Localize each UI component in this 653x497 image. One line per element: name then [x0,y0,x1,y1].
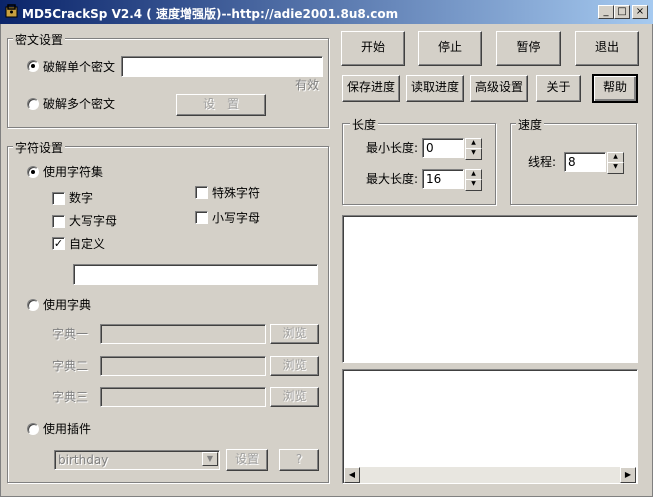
dict1-label: 字典一 [52,327,89,341]
threads-spinner[interactable]: ▲ ▼ [607,152,624,174]
use-plugin-label: 使用插件 [43,422,92,436]
title-bar[interactable]: MD5CrackSp V2.4 ( 速度增强版)--http://adie200… [0,0,653,24]
pause-button[interactable]: 暂停 [496,31,561,66]
about-button[interactable]: 关于 [536,75,581,102]
plugin-select-value: birthday [58,453,109,467]
max-length-label: 最大长度: [366,172,419,186]
horizontal-scrollbar[interactable]: ◀ ▶ [344,467,636,483]
cipher-settings-label: 密文设置 [13,31,66,48]
use-charset-label: 使用字符集 [43,165,104,179]
length-group-label: 长度 [350,116,379,133]
max-length-spinner[interactable]: ▲ ▼ [465,169,482,191]
checkbox-custom[interactable]: ✓ [52,237,65,250]
checkbox-lowercase[interactable] [195,211,208,224]
radio-multi-cipher[interactable] [27,98,39,110]
max-length-input[interactable]: 16 [422,169,464,189]
advanced-settings-button[interactable]: 高级设置 [470,75,528,102]
dict3-input [100,387,266,407]
special-label: 特殊字符 [212,186,261,200]
custom-label: 自定义 [69,237,106,251]
dict3-browse-button: 浏览 [270,387,319,407]
use-dictionary-label: 使用字典 [43,298,92,312]
dict2-browse-button: 浏览 [270,356,319,376]
spin-down-icon[interactable]: ▼ [607,162,624,174]
app-icon [5,4,18,18]
min-length-spinner[interactable]: ▲ ▼ [465,138,482,160]
stop-button[interactable]: 停止 [418,31,482,66]
cipher-set-button: 设 置 [176,94,266,116]
digits-label: 数字 [69,191,94,205]
scroll-left-icon[interactable]: ◀ [344,467,360,483]
checkbox-digits[interactable] [52,192,65,205]
checkbox-special[interactable] [195,186,208,199]
dict3-label: 字典三 [52,390,89,404]
threads-input[interactable]: 8 [564,152,606,172]
plugin-help-button: ? [279,449,319,471]
charset-settings-label: 字符设置 [13,139,66,156]
speed-group-label: 速度 [516,116,545,133]
maximize-button[interactable]: □ [614,5,630,19]
spin-down-icon[interactable]: ▼ [465,148,482,160]
radio-use-dictionary[interactable] [27,299,39,311]
min-length-input[interactable]: 0 [422,138,464,158]
save-progress-button[interactable]: 保存进度 [342,75,400,102]
load-progress-button[interactable]: 读取进度 [406,75,464,102]
window-title: MD5CrackSp V2.4 ( 速度增强版)--http://adie200… [22,7,399,21]
uppercase-label: 大写字母 [69,214,118,228]
exit-button[interactable]: 退出 [575,31,639,66]
custom-charset-input[interactable] [73,264,318,285]
radio-use-charset[interactable] [27,166,39,178]
threads-label: 线程: [528,155,557,169]
radio-single-cipher[interactable] [27,60,39,72]
chevron-down-icon: ▼ [202,452,218,466]
dict2-input [100,356,266,376]
single-cipher-input[interactable] [121,56,323,77]
lowercase-label: 小写字母 [212,211,261,225]
plugin-select: birthday ▼ [54,450,220,470]
help-button[interactable]: 帮助 [592,74,638,103]
cipher-settings-group [7,38,329,128]
radio-use-plugin[interactable] [27,423,39,435]
hash-list-area[interactable] [342,215,638,363]
spin-down-icon[interactable]: ▼ [465,179,482,191]
dict1-browse-button: 浏览 [270,324,319,344]
start-button[interactable]: 开始 [341,31,405,66]
multi-cipher-label: 破解多个密文 [43,97,116,111]
close-button[interactable]: × [632,5,648,19]
checkbox-uppercase[interactable] [52,215,65,228]
plugin-set-button: 设置 [226,449,268,471]
min-length-label: 最小长度: [366,141,419,155]
single-cipher-label: 破解单个密文 [43,60,116,74]
dict1-input [100,324,266,344]
length-group [342,123,496,205]
minimize-button[interactable]: _ [598,5,614,19]
dict2-label: 字典二 [52,359,89,373]
cipher-valid-status: 有效 [295,78,320,92]
scroll-right-icon[interactable]: ▶ [620,467,636,483]
